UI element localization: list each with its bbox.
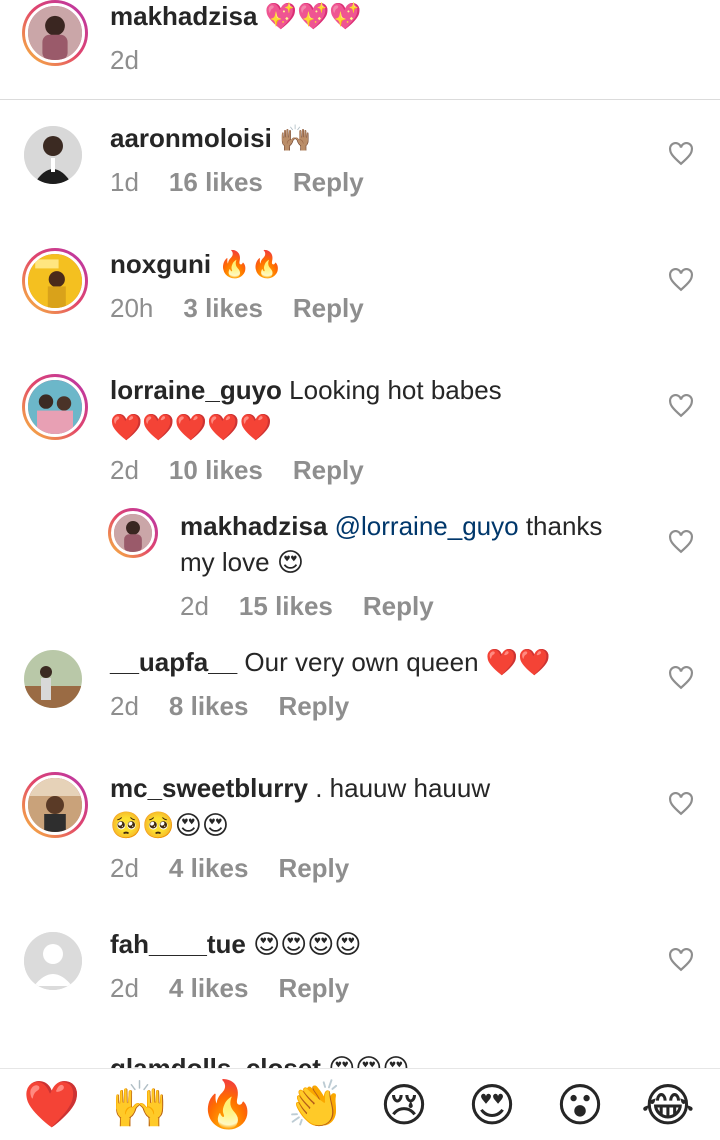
timestamp: 2d	[180, 591, 209, 621]
comment-text: fah____tue 😍😍😍😍	[110, 926, 362, 963]
caption-block: makhadzisa 💖💖💖 2d	[0, 0, 720, 100]
likes-count[interactable]: 10 likes	[169, 454, 263, 486]
avatar-image	[24, 650, 82, 708]
comment-meta: 20h 3 likes Reply	[110, 292, 364, 324]
reaction-heart-eyes[interactable]: 😍	[461, 1074, 523, 1136]
comment-body-line2: my love	[180, 547, 270, 577]
reply-button[interactable]: Reply	[363, 590, 434, 622]
comment-text: mc_sweetblurry . hauuw hauuw 🥺🥺😍😍	[110, 770, 650, 844]
avatar[interactable]	[22, 374, 88, 440]
reaction-fire[interactable]: 🔥	[197, 1074, 259, 1136]
comment-meta: 2d 4 likes Reply	[110, 972, 349, 1004]
caption-meta: 2d	[110, 44, 139, 76]
timestamp: 20h	[110, 293, 154, 323]
likes-count[interactable]: 15 likes	[239, 590, 333, 622]
comment-emoji: 😍😍😍😍	[253, 930, 362, 960]
comment-body: . hauuw hauuw	[315, 773, 491, 803]
comment-body: Our very own queen	[244, 647, 479, 677]
avatar-image	[25, 251, 85, 311]
username[interactable]: fah____tue	[110, 929, 246, 959]
comment-body: Looking hot babes	[289, 375, 502, 405]
avatar-image	[24, 126, 82, 184]
default-avatar-icon	[24, 932, 82, 990]
reaction-raised-hands[interactable]: 🙌	[109, 1074, 171, 1136]
heart-outline-icon[interactable]	[668, 666, 694, 690]
username[interactable]: aaronmoloisi	[110, 123, 272, 153]
username[interactable]: makhadzisa	[110, 1, 257, 31]
comment-meta: 2d 8 likes Reply	[110, 690, 349, 722]
reaction-heart[interactable]: ❤️	[21, 1074, 83, 1136]
comment-emoji: ❤️❤️❤️❤️❤️	[110, 413, 272, 443]
heart-outline-icon[interactable]	[668, 530, 694, 554]
reaction-laughing[interactable]: 😂	[637, 1074, 699, 1136]
timestamp: 2d	[110, 973, 139, 1003]
mention-link[interactable]: @lorraine_guyo	[335, 511, 519, 541]
comment-emoji: 🔥🔥	[218, 250, 284, 280]
avatar-image	[111, 511, 155, 555]
comment-meta: 2d 10 likes Reply	[110, 454, 364, 486]
avatar[interactable]	[22, 0, 88, 66]
avatar[interactable]	[22, 772, 88, 838]
comment-meta: 1d 16 likes Reply	[110, 166, 364, 198]
username[interactable]: mc_sweetblurry	[110, 773, 308, 803]
partial-comment-row: glamdolls_closet 😍😍😍	[0, 1050, 720, 1068]
comment-emoji: 😍😍😍	[328, 1054, 409, 1068]
comment-emoji: 🙌🏽	[279, 124, 312, 154]
avatar[interactable]	[22, 248, 88, 314]
avatar[interactable]	[24, 932, 82, 990]
caption-text: makhadzisa 💖💖💖	[110, 0, 362, 35]
avatar-image	[25, 3, 85, 63]
likes-count[interactable]: 16 likes	[169, 166, 263, 198]
likes-count[interactable]: 4 likes	[169, 852, 249, 884]
comment-text: makhadzisa @lorraine_guyo thanks my love…	[180, 508, 650, 581]
reply-button[interactable]: Reply	[278, 690, 349, 722]
heart-outline-icon[interactable]	[668, 948, 694, 972]
timestamp: 2d	[110, 853, 139, 883]
quick-reaction-bar: ❤️ 🙌 🔥 👏 😢 😍 😮 😂	[0, 1068, 720, 1140]
reaction-clap[interactable]: 👏	[285, 1074, 347, 1136]
comment-emoji: 🥺🥺😍😍	[110, 811, 229, 841]
avatar[interactable]	[24, 126, 82, 184]
comment-meta: 2d 4 likes Reply	[110, 852, 349, 884]
avatar-image	[25, 775, 85, 835]
comment-text: lorraine_guyo Looking hot babes ❤️❤️❤️❤️…	[110, 372, 650, 446]
timestamp: 1d	[110, 167, 139, 197]
heart-outline-icon[interactable]	[668, 792, 694, 816]
username[interactable]: lorraine_guyo	[110, 375, 282, 405]
heart-outline-icon[interactable]	[668, 142, 694, 166]
reaction-surprised[interactable]: 😮	[549, 1074, 611, 1136]
heart-outline-icon[interactable]	[668, 268, 694, 292]
avatar[interactable]	[108, 508, 158, 558]
likes-count[interactable]: 4 likes	[169, 972, 249, 1004]
username[interactable]: glamdolls_closet	[110, 1053, 321, 1068]
comment-text: glamdolls_closet 😍😍😍	[110, 1050, 410, 1068]
timestamp: 2d	[110, 455, 139, 485]
reply-button[interactable]: Reply	[293, 292, 364, 324]
avatar[interactable]	[24, 650, 82, 708]
reply-button[interactable]: Reply	[278, 972, 349, 1004]
likes-count[interactable]: 3 likes	[183, 292, 263, 324]
comment-body: thanks	[525, 511, 603, 541]
comment-text: noxguni 🔥🔥	[110, 246, 283, 283]
username[interactable]: makhadzisa	[180, 511, 327, 541]
comment-emoji: ❤️❤️	[485, 648, 551, 678]
comment-emoji: 😍	[276, 548, 304, 578]
comment-meta: 2d 15 likes Reply	[180, 590, 434, 622]
comment-text: __uapfa__ Our very own queen ❤️❤️	[110, 644, 551, 681]
reply-button[interactable]: Reply	[293, 166, 364, 198]
caption-emoji: 💖💖💖	[264, 2, 362, 32]
likes-count[interactable]: 8 likes	[169, 690, 249, 722]
reply-button[interactable]: Reply	[278, 852, 349, 884]
reply-button[interactable]: Reply	[293, 454, 364, 486]
heart-outline-icon[interactable]	[668, 394, 694, 418]
username[interactable]: noxguni	[110, 249, 211, 279]
timestamp: 2d	[110, 45, 139, 75]
reaction-sad[interactable]: 😢	[373, 1074, 435, 1136]
avatar-image	[25, 377, 85, 437]
timestamp: 2d	[110, 691, 139, 721]
username[interactable]: __uapfa__	[110, 647, 237, 677]
comment-text: aaronmoloisi 🙌🏽	[110, 120, 311, 157]
